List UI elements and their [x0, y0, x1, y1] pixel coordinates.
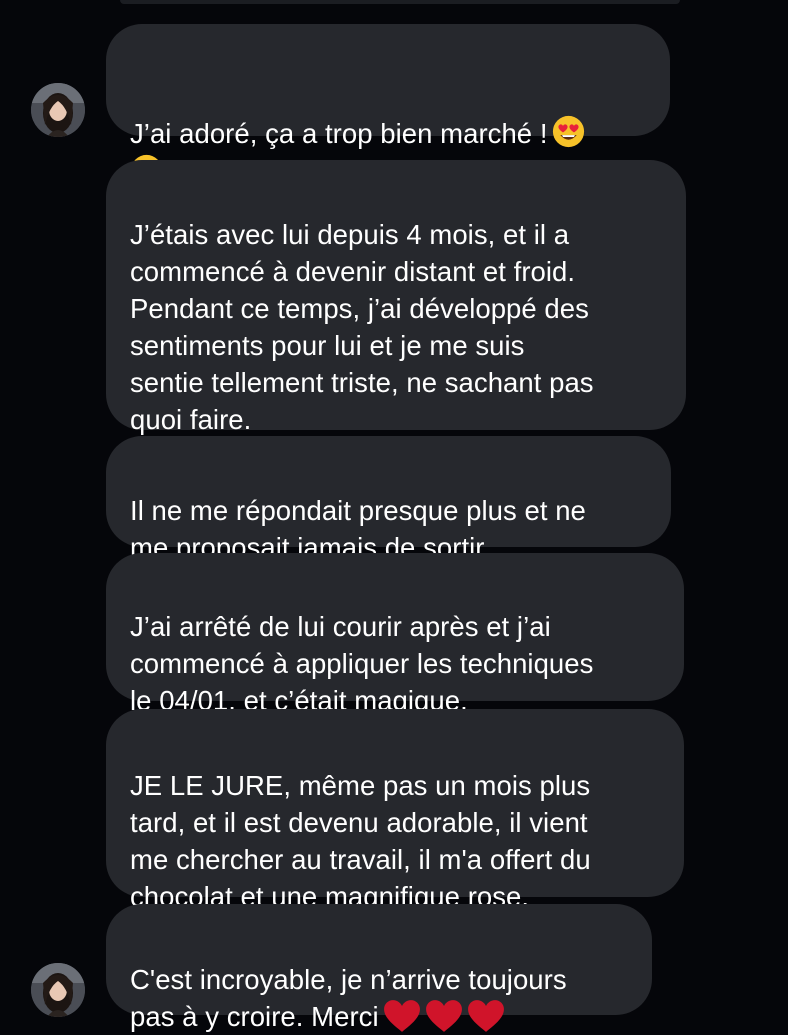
profile-photo-icon [31, 963, 85, 1017]
sender-avatar[interactable] [31, 83, 85, 137]
message-text: J’ai arrêté de lui courir après et j’ai … [130, 611, 594, 716]
profile-photo-icon [31, 83, 85, 137]
message-thread: J’ai adoré, ça a trop bien marché ! J’ét… [0, 0, 788, 1032]
message-bubble[interactable]: J’ai arrêté de lui courir après et j’ai … [106, 553, 684, 716]
heart-eyes-face-icon [552, 115, 584, 148]
red-heart-icon [383, 1000, 420, 1032]
message-bubble[interactable]: Il ne me répondait presque plus et ne me… [106, 436, 671, 563]
message-text: JE LE JURE, même pas un mois plus tard, … [130, 770, 591, 912]
red-heart-icon [467, 1000, 504, 1032]
message-bubble[interactable]: C'est incroyable, je n’arrive toujours p… [106, 904, 652, 1032]
sender-avatar[interactable] [31, 963, 85, 1017]
message-bubble[interactable]: JE LE JURE, même pas un mois plus tard, … [106, 709, 684, 912]
previous-message-edge [120, 0, 680, 4]
message-bubble[interactable]: J’ai adoré, ça a trop bien marché ! [106, 24, 670, 187]
red-heart-icon [425, 1000, 462, 1032]
message-text: J’ai adoré, ça a trop bien marché ! [130, 118, 548, 149]
message-bubble[interactable]: J’étais avec lui depuis 4 mois, et il a … [106, 160, 686, 435]
message-text: J’étais avec lui depuis 4 mois, et il a … [130, 219, 594, 435]
